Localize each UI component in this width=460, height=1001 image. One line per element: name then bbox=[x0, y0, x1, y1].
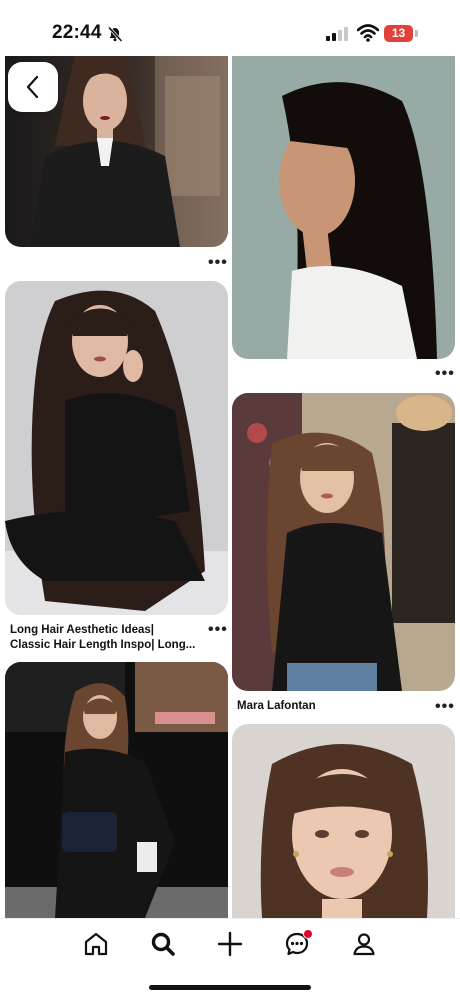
plus-icon bbox=[217, 931, 243, 957]
pin-card[interactable]: Mara Lafontan ••• bbox=[232, 393, 455, 721]
pin-image[interactable] bbox=[232, 724, 455, 918]
back-button[interactable] bbox=[8, 62, 58, 112]
nav-home[interactable] bbox=[80, 928, 112, 960]
home-indicator[interactable] bbox=[149, 985, 311, 990]
home-icon bbox=[84, 932, 108, 956]
more-options-button[interactable]: ••• bbox=[208, 622, 228, 638]
pin-card[interactable]: ••• bbox=[232, 56, 455, 382]
battery-level: 13 bbox=[384, 25, 413, 42]
nav-messages[interactable] bbox=[281, 928, 313, 960]
more-options-button[interactable]: ••• bbox=[208, 255, 228, 271]
more-options-button[interactable]: ••• bbox=[435, 366, 455, 382]
pin-card[interactable] bbox=[232, 724, 455, 918]
profile-icon bbox=[353, 933, 375, 956]
nav-create[interactable] bbox=[214, 928, 246, 960]
pin-image[interactable] bbox=[5, 662, 228, 918]
pin-card[interactable]: Long Hair Aesthetic Ideas| Classic Hair … bbox=[5, 281, 228, 657]
nav-profile[interactable] bbox=[348, 928, 380, 960]
bell-slash-icon bbox=[107, 26, 123, 42]
notification-dot bbox=[303, 929, 313, 939]
status-bar: 22:44 13 bbox=[0, 0, 460, 56]
pin-image[interactable] bbox=[232, 56, 455, 359]
cellular-signal-icon bbox=[326, 27, 348, 41]
pin-caption-line: Long Hair Aesthetic Ideas| bbox=[10, 624, 155, 636]
nav-search[interactable] bbox=[147, 928, 179, 960]
status-time: 22:44 bbox=[52, 22, 102, 43]
pin-caption-line: Classic Hair Length Inspo| Long... bbox=[10, 639, 196, 651]
pin-caption: Mara Lafontan bbox=[237, 700, 316, 712]
pin-caption: Long Hair Aesthetic Ideas| Classic Hair … bbox=[10, 623, 200, 653]
pin-feed[interactable]: ••• ••• Long Hair Aesthetic Ideas| Class… bbox=[0, 56, 460, 918]
pin-card[interactable] bbox=[5, 662, 228, 918]
chevron-left-icon bbox=[26, 75, 39, 99]
pin-image[interactable] bbox=[232, 393, 455, 691]
pin-image[interactable] bbox=[5, 281, 228, 615]
more-options-button[interactable]: ••• bbox=[435, 699, 455, 715]
wifi-icon bbox=[357, 24, 379, 42]
battery-icon: 13 bbox=[384, 25, 418, 42]
search-icon bbox=[151, 932, 175, 956]
